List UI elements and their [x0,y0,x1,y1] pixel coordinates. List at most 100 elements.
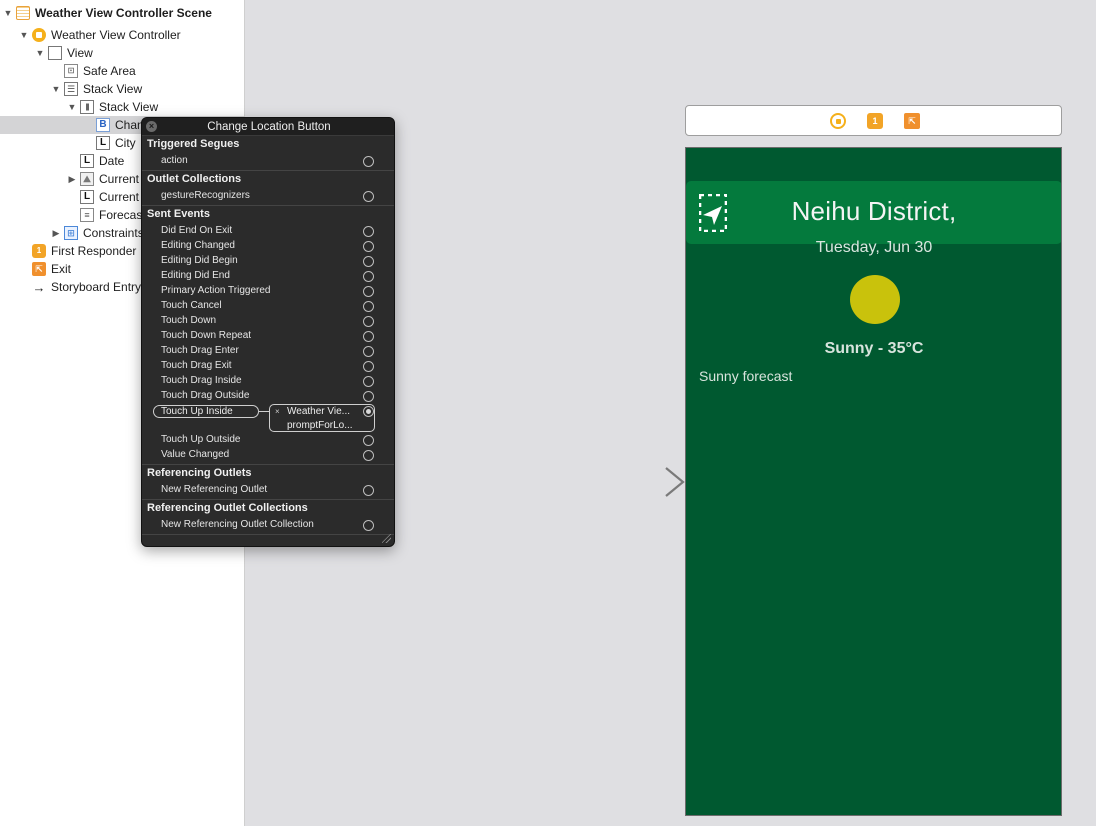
exit-icon[interactable]: ⇱ [904,113,920,129]
event-item: Touch Drag Inside [161,375,242,386]
connection-circle-icon[interactable] [363,226,374,237]
connection-line [259,411,269,412]
connections-popover: × Change Location Button Triggered Segue… [141,117,395,547]
outline-row-label: Storyboard Entry [51,280,142,294]
section-outlet-collections: Outlet Collections [147,173,242,185]
view-icon [48,46,62,60]
connection-circle-filled-icon[interactable] [363,406,374,417]
disclosure-expanded-icon[interactable]: ▼ [35,48,45,58]
scene-dock: 1 ⇱ [685,105,1062,136]
divider [142,499,394,500]
outline-row-label: Date [99,154,125,168]
outline-row-label: First Responder [51,244,137,258]
connection-circle-icon[interactable] [363,450,374,461]
close-icon[interactable]: × [146,121,157,132]
disclosure-expanded-icon[interactable]: ▼ [51,84,61,94]
vertical-stack-icon: ☰ [64,82,78,96]
connection-circle-icon[interactable] [363,271,374,282]
connection-item-action: action [161,155,188,166]
event-item: Touch Drag Exit [161,360,232,371]
storyboard-entry-arrow[interactable] [586,466,686,498]
section-triggered-segues: Triggered Segues [147,138,240,150]
disclosure-collapsed-icon[interactable]: ▶ [51,228,61,238]
connection-circle-icon[interactable] [363,485,374,496]
outline-row-label: Weather View Controller Scene [35,6,212,20]
outline-row-view-controller[interactable]: ▼ Weather View Controller [0,26,244,44]
event-touch-up-inside[interactable]: Touch Up Inside [153,405,259,418]
outline-row-label: Exit [51,262,72,276]
first-responder-icon[interactable]: 1 [867,113,883,129]
event-item: Touch Up Outside [161,434,241,445]
event-item: Touch Drag Outside [161,390,250,401]
connection-circle-icon[interactable] [363,391,374,402]
connection-circle-icon[interactable] [363,156,374,167]
outline-row-view[interactable]: ▼ View [0,44,244,62]
disclosure-expanded-icon[interactable]: ▼ [3,8,13,18]
connection-circle-icon[interactable] [363,286,374,297]
event-item: Editing Did End [161,270,230,281]
event-item: Editing Did Begin [161,255,238,266]
resize-handle-icon[interactable] [382,534,391,543]
view-controller-icon [32,28,46,42]
remove-connection-icon[interactable]: × [275,407,280,416]
text-view-icon: ≡ [80,208,94,222]
horizontal-stack-icon: ||| [80,100,94,114]
entry-arrow-icon: → [32,279,46,295]
connection-item-new-referencing-outlet: New Referencing Outlet [161,484,268,495]
connection-circle-icon[interactable] [363,435,374,446]
event-item: Touch Down Repeat [161,330,252,341]
outline-row-label: Safe Area [83,64,136,78]
divider [142,205,394,206]
connection-target-box[interactable]: × Weather Vie... promptForLo... [269,404,375,432]
outline-row-scene[interactable]: ▼ Weather View Controller Scene [0,4,244,22]
outline-row-label: Chan [115,118,144,132]
divider [142,170,394,171]
outline-row-safe-area[interactable]: ⊡ Safe Area [0,62,244,80]
outline-row-label: View [67,46,93,60]
disclosure-expanded-icon[interactable]: ▼ [19,30,29,40]
connection-circle-icon[interactable] [363,301,374,312]
outline-row-label: Stack View [83,82,143,96]
event-item: Touch Drag Enter [161,345,239,356]
event-item: Value Changed [161,449,230,460]
label-icon: L [80,190,94,204]
disclosure-collapsed-icon[interactable]: ▶ [67,174,77,184]
section-sent-events: Sent Events [147,208,210,220]
connection-item-gesture-recognizers: gestureRecognizers [161,190,250,201]
connection-circle-icon[interactable] [363,241,374,252]
connection-circle-icon[interactable] [363,361,374,372]
current-weather-label: Sunny - 35°C [824,340,924,357]
popover-header: × Change Location Button [142,118,394,136]
section-referencing-outlets: Referencing Outlets [147,467,252,479]
event-item: Touch Cancel [161,300,222,311]
connection-circle-icon[interactable] [363,191,374,202]
event-item: Did End On Exit [161,225,233,236]
connection-circle-icon[interactable] [363,256,374,267]
constraints-icon: ⊞ [64,226,78,240]
view-controller-icon[interactable] [830,113,846,129]
connection-circle-icon[interactable] [363,331,374,342]
outline-row-label: Current [99,190,140,204]
forecast-text: Sunny forecast [699,368,793,384]
outline-row-stack-view-vertical[interactable]: ▼ ☰ Stack View [0,80,244,98]
safe-area-icon: ⊡ [64,64,78,78]
connection-circle-icon[interactable] [363,346,374,357]
device-canvas[interactable]: Neihu District, Tuesday, Jun 30 Sunny - … [685,147,1062,816]
connection-circle-icon[interactable] [363,376,374,387]
label-icon: L [96,136,110,150]
connection-item-new-referencing-outlet-collection: New Referencing Outlet Collection [161,519,314,530]
connection-circle-icon[interactable] [363,316,374,327]
button-icon: B [96,118,110,132]
outline-row-label: Current [99,172,140,186]
image-view-icon: ⛰ [80,172,94,186]
outline-row-label: Forecas [99,208,143,222]
weather-image [850,275,900,324]
connection-circle-icon[interactable] [363,520,374,531]
divider [142,464,394,465]
outline-row-stack-view-horizontal[interactable]: ▼ ||| Stack View [0,98,244,116]
scene-icon [16,6,30,20]
event-item: Primary Action Triggered [161,285,271,296]
popover-title: Change Location Button [207,120,331,133]
disclosure-expanded-icon[interactable]: ▼ [67,102,77,112]
connection-target-name: Weather Vie... [287,406,350,417]
